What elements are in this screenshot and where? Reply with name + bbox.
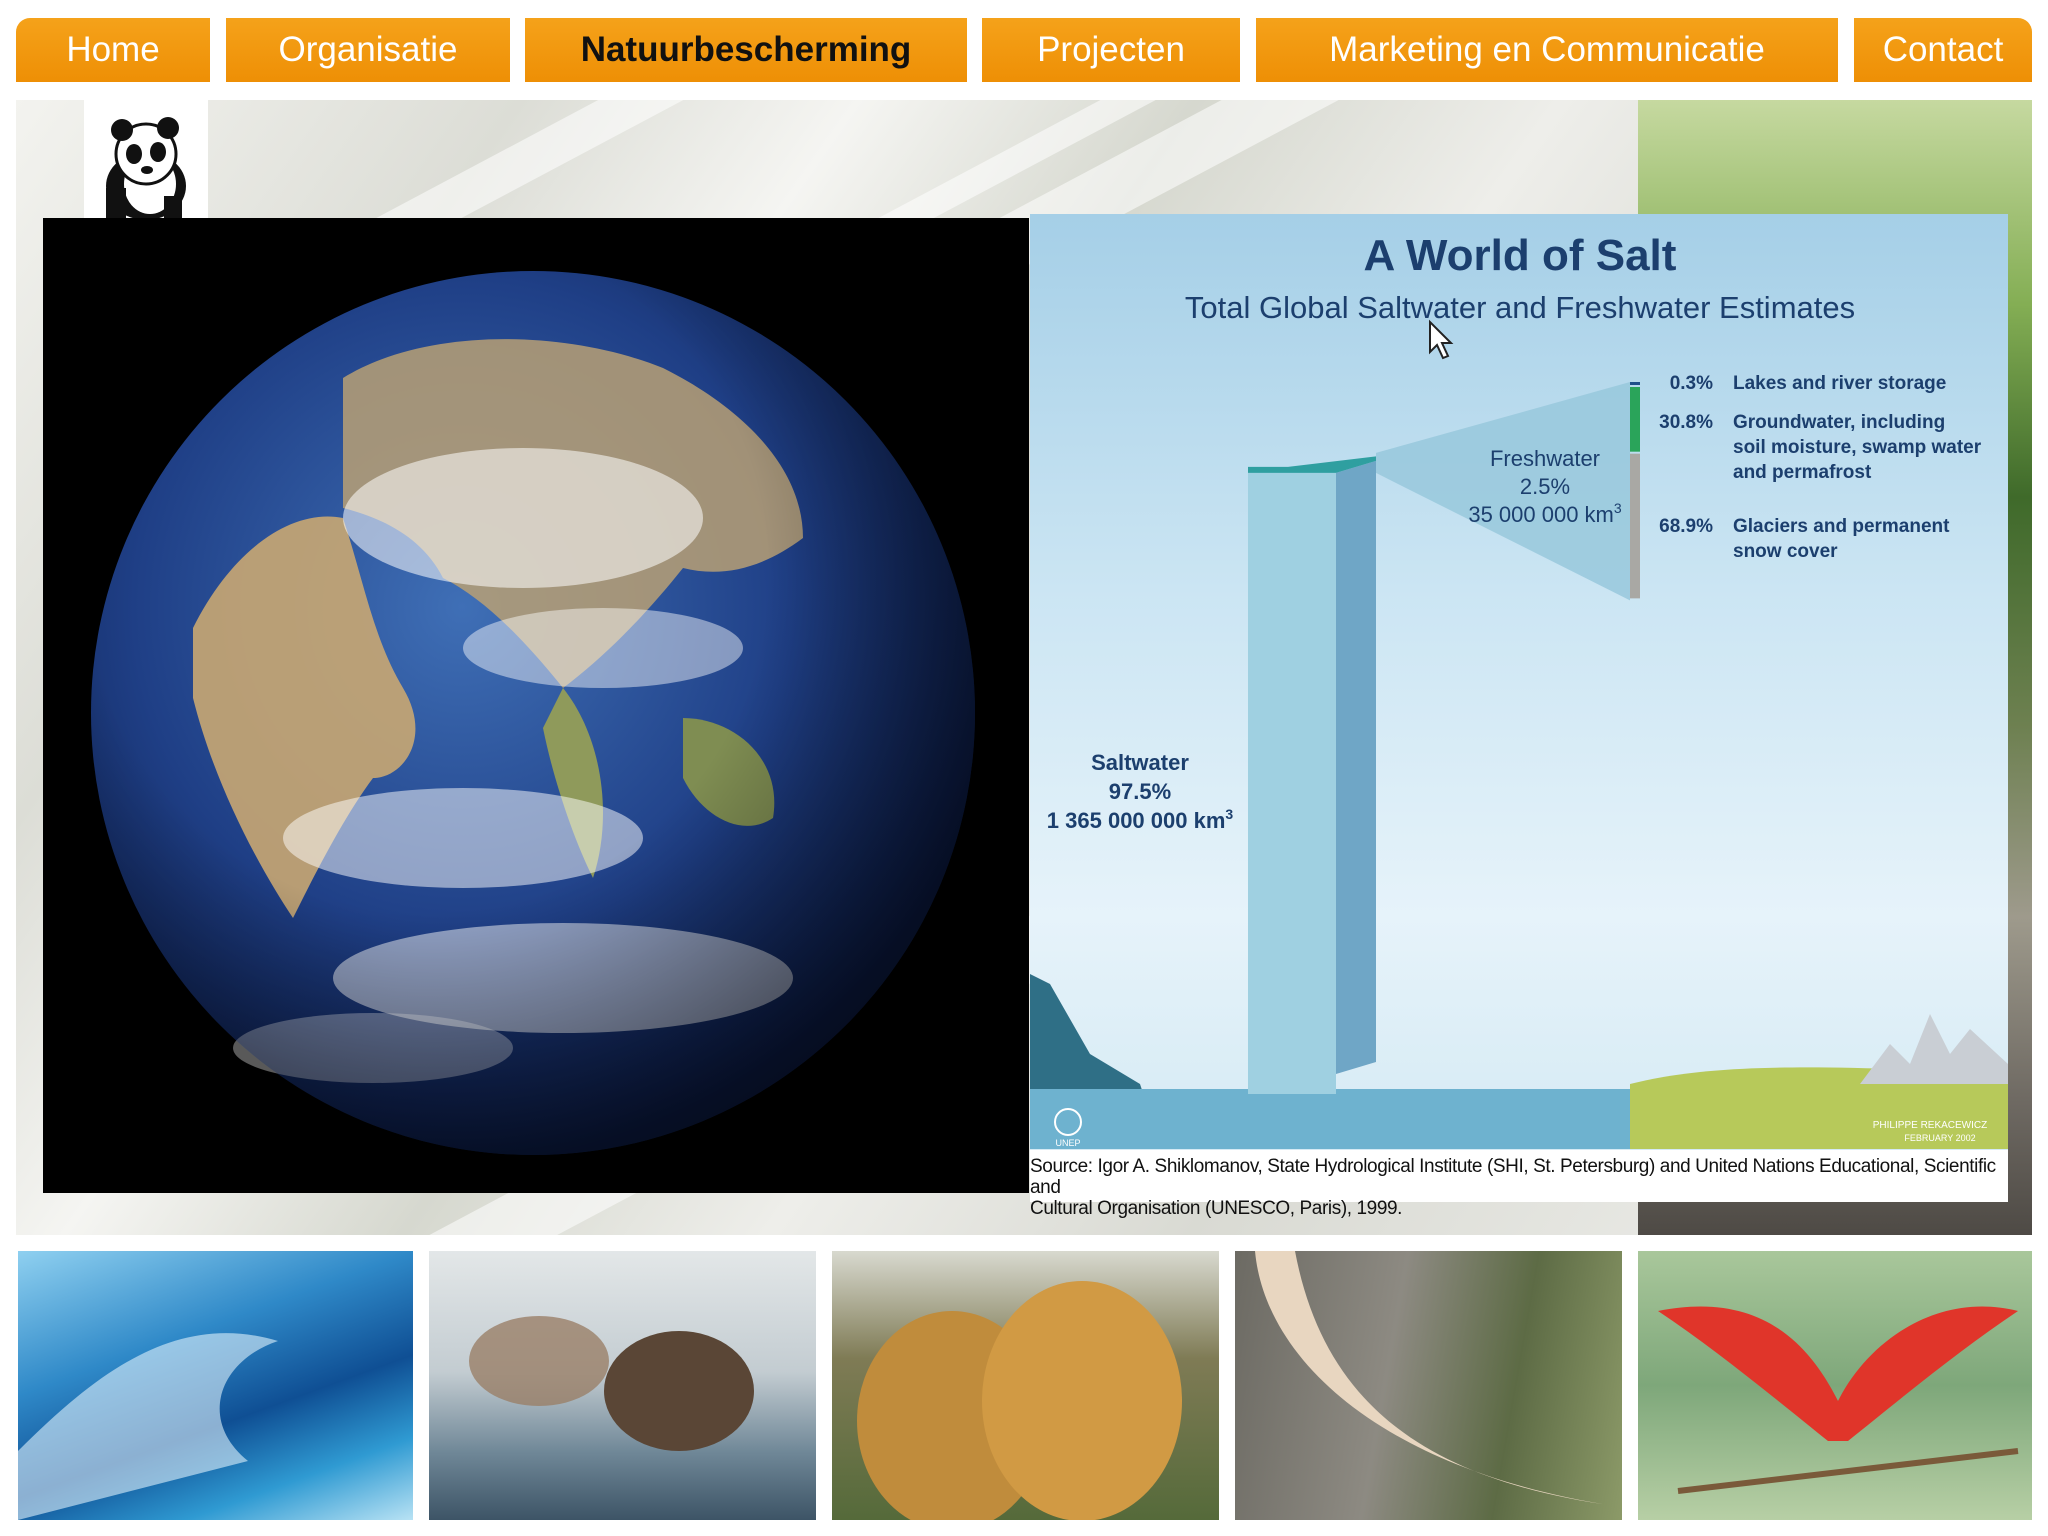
nav-marketing-label: Marketing en Communicatie [1329, 30, 1765, 69]
mouse-cursor-icon [1429, 319, 1454, 360]
groundwater-percent: 30.8% [1659, 412, 1713, 433]
panda-icon [106, 117, 186, 220]
bears-photo[interactable] [429, 1251, 816, 1520]
glaciers-label-2: snow cover [1733, 541, 1838, 562]
glaciers-percent: 68.9% [1659, 516, 1713, 537]
saltwater-bar-side [1336, 460, 1376, 1074]
source-line-1: Source: Igor A. Shiklomanov, State Hydro… [1030, 1156, 1996, 1198]
lakes-percent: 0.3% [1670, 373, 1713, 394]
wave-photo[interactable] [18, 1251, 413, 1520]
saltwater-label: Saltwater [1091, 750, 1189, 775]
freshwater-volume: 35 000 000 km3 [1468, 500, 1622, 527]
groundwater-label-1: Groundwater, including [1733, 412, 1945, 433]
saltwater-bar [1248, 472, 1336, 1094]
scarlet-ibis-photo[interactable] [1638, 1251, 2032, 1520]
water-distribution-chart: A World of Salt Total Global Saltwater a… [1030, 231, 2008, 1149]
glaciers-label-1: Glaciers and permanent [1733, 516, 1950, 537]
top-navigation: Home Organisatie Natuurbescherming Proje… [16, 18, 2032, 82]
nav-projecten[interactable]: Projecten [982, 18, 1240, 82]
freshwater-percent: 2.5% [1520, 474, 1570, 499]
source-citation: Source: Igor A. Shiklomanov, State Hydro… [1030, 1156, 2008, 1219]
source-line-2: Cultural Organisation (UNESCO, Paris), 1… [1030, 1198, 1403, 1219]
lakes-label: Lakes and river storage [1733, 373, 1946, 394]
nav-natuurbescherming-label: Natuurbescherming [580, 30, 912, 69]
glaciers-segment [1630, 453, 1640, 599]
earth-image [43, 218, 1029, 1193]
chart-slide: A World of Salt Total Global Saltwater a… [1030, 214, 2008, 1219]
saltwater-volume: 1 365 000 000 km3 [1047, 806, 1234, 833]
credit-line-1: PHILIPPE REKACEWICZ [1873, 1120, 1987, 1131]
wwf-logo[interactable] [84, 100, 208, 220]
nav-natuurbescherming[interactable]: Natuurbescherming [525, 18, 967, 82]
nav-marketing[interactable]: Marketing en Communicatie [1256, 18, 1838, 82]
groundwater-label-3: and permafrost [1733, 462, 1872, 483]
nav-contact-label: Contact [1882, 30, 2004, 69]
chart-subtitle: Total Global Saltwater and Freshwater Es… [1185, 290, 1855, 325]
saltwater-percent: 97.5% [1109, 779, 1171, 804]
mountains-right [1860, 1014, 2008, 1084]
nav-projecten-label: Projecten [1037, 30, 1185, 69]
svg-text:UNEP: UNEP [1055, 1138, 1080, 1148]
nav-home-label: Home [66, 30, 160, 69]
chart-title: A World of Salt [1364, 231, 1677, 280]
nav-home[interactable]: Home [16, 18, 210, 82]
groundwater-segment [1630, 387, 1640, 452]
freshwater-label: Freshwater [1490, 446, 1600, 471]
jaguars-photo[interactable] [832, 1251, 1219, 1520]
nav-contact[interactable]: Contact [1854, 18, 2032, 82]
groundwater-label-2: soil moisture, swamp water [1733, 437, 1982, 458]
nav-organisatie-label: Organisatie [278, 30, 458, 69]
nav-organisatie[interactable]: Organisatie [226, 18, 510, 82]
lakes-rivers-segment [1630, 382, 1640, 385]
elephant-tusk-photo[interactable] [1235, 1251, 1622, 1520]
credit-line-2: FEBRUARY 2002 [1904, 1133, 1975, 1143]
freshwater-cone [1376, 382, 1630, 601]
